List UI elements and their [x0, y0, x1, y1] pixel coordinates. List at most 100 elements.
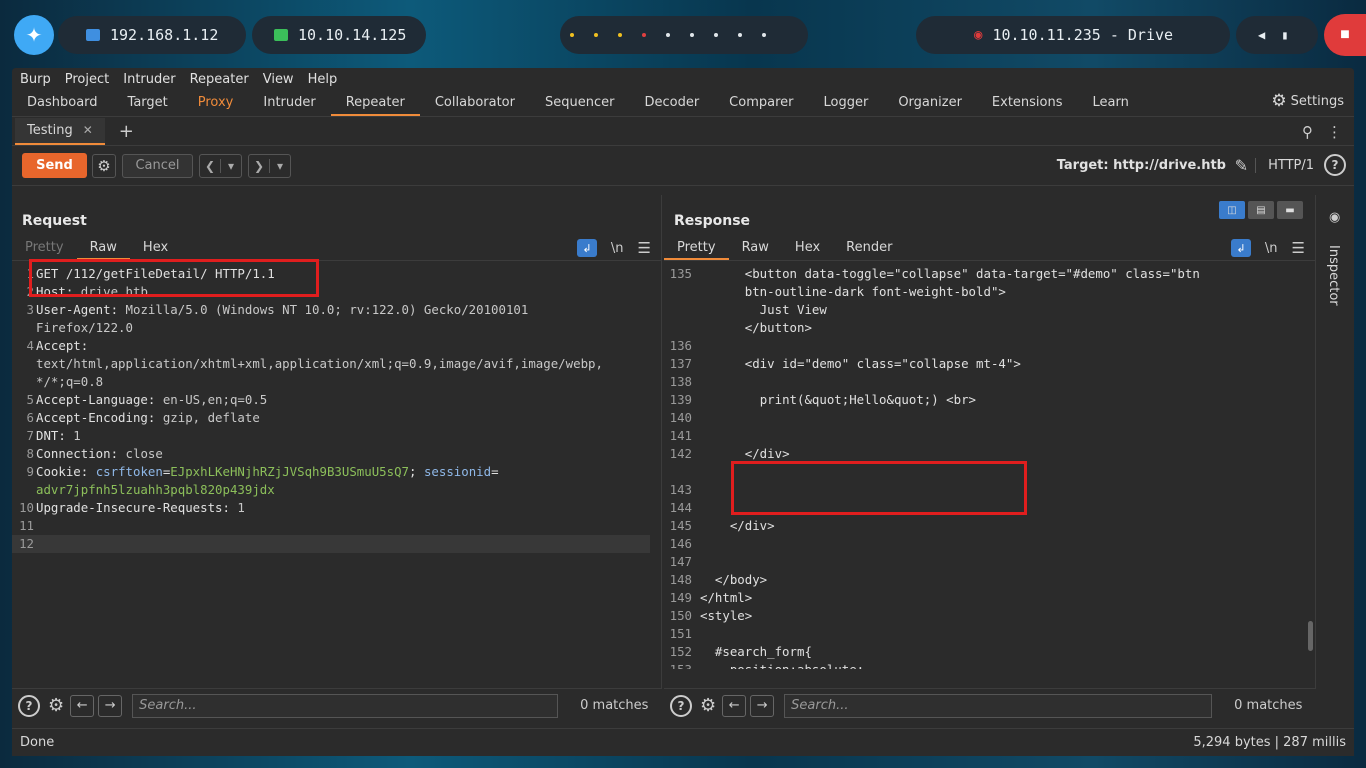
chevron-right-icon[interactable]: ❯: [249, 159, 269, 173]
send-options-gear-icon[interactable]: ⚙: [92, 153, 116, 178]
workspace-dot[interactable]: [690, 33, 694, 37]
code-line: 143: [669, 482, 692, 497]
request-search-input[interactable]: [132, 693, 559, 718]
local-ip-pill[interactable]: 192.168.1.12: [58, 16, 246, 54]
request-tab-raw[interactable]: Raw: [76, 239, 130, 260]
show-newlines-toggle[interactable]: \n: [611, 241, 624, 256]
cookie-line: 9 Cookie: csrftoken=EJpxhLKeHNjhRZjJVSqh9…: [26, 464, 499, 497]
request-editor[interactable]: 1 GET /112/getFileDetail/ HTTP/1.1 2 Host:…: [12, 265, 661, 553]
gear-icon: ⚙: [1271, 91, 1287, 111]
tab-intruder[interactable]: Intruder: [248, 95, 330, 116]
lock-icon[interactable]: ■: [1324, 14, 1366, 56]
chevron-down-icon[interactable]: ▾: [269, 158, 290, 173]
settings-button[interactable]: ⚙ Settings: [1271, 91, 1344, 111]
tab-logger[interactable]: Logger: [809, 95, 884, 116]
workspace-dot[interactable]: [714, 33, 718, 37]
tab-proxy[interactable]: Proxy: [183, 95, 249, 116]
http-version[interactable]: HTTP/1: [1255, 158, 1314, 173]
lock-small-icon[interactable]: ▮: [1281, 28, 1288, 42]
response-scrollbar[interactable]: [1308, 621, 1313, 651]
tab-extensions[interactable]: Extensions: [977, 95, 1078, 116]
wrap-lines-icon[interactable]: ↲: [576, 239, 597, 257]
help-icon[interactable]: ?: [670, 694, 692, 717]
workspace-dot[interactable]: [570, 33, 574, 37]
tab-comparer[interactable]: Comparer: [714, 95, 808, 116]
response-editor[interactable]: 135 <button data-toggle="collapse" data-…: [664, 265, 1315, 669]
tab-organizer[interactable]: Organizer: [883, 95, 977, 116]
gear-icon[interactable]: ⚙: [48, 695, 64, 716]
tab-repeater[interactable]: Repeater: [330, 95, 420, 116]
repeater-tab-label: Testing: [27, 122, 73, 138]
tab-decoder[interactable]: Decoder: [629, 95, 714, 116]
response-title: Response: [674, 213, 751, 229]
response-search-bar: ? ⚙ ← → 0 matches: [664, 688, 1316, 722]
layout-split-horizontal-icon[interactable]: ◫: [1219, 201, 1245, 219]
search-icon[interactable]: ⚲: [1302, 123, 1313, 141]
help-icon[interactable]: ?: [18, 694, 40, 717]
menu-repeater[interactable]: Repeater: [190, 72, 249, 87]
response-search-input[interactable]: [784, 693, 1213, 718]
inspector-icon: ◉: [1329, 210, 1341, 225]
more-vertical-icon[interactable]: ⋮: [1327, 123, 1342, 141]
request-view-tabs: Pretty Raw Hex: [12, 239, 661, 261]
workspace-dot[interactable]: [666, 33, 670, 37]
tab-target[interactable]: Target: [113, 95, 183, 116]
menu-burp[interactable]: Burp: [20, 72, 51, 87]
tray-pill[interactable]: ◀ ▮: [1236, 16, 1318, 54]
arrow-left-icon[interactable]: ←: [70, 694, 95, 717]
cancel-button[interactable]: Cancel: [122, 153, 193, 178]
arrow-left-icon[interactable]: ←: [722, 694, 747, 717]
menu-icon[interactable]: ☰: [638, 239, 651, 257]
workspace-dot[interactable]: [642, 33, 646, 37]
tab-learn[interactable]: Learn: [1078, 95, 1144, 116]
arrow-right-icon[interactable]: →: [750, 694, 775, 717]
repeater-tab-testing[interactable]: Testing ✕: [15, 117, 105, 145]
chevron-down-icon[interactable]: ▾: [220, 158, 241, 173]
wrap-lines-icon[interactable]: ↲: [1230, 239, 1251, 257]
workspace-dot[interactable]: [762, 33, 766, 37]
menu-icon[interactable]: ☰: [1292, 239, 1305, 257]
help-icon[interactable]: ?: [1324, 154, 1346, 176]
layout-tabs-icon[interactable]: ▬: [1277, 201, 1303, 219]
edit-pencil-icon[interactable]: ✎: [1235, 156, 1248, 175]
tab-dashboard[interactable]: Dashboard: [12, 95, 113, 116]
arrow-right-icon[interactable]: →: [98, 694, 123, 717]
os-logo-icon[interactable]: ✦: [14, 15, 54, 55]
gear-icon[interactable]: ⚙: [700, 695, 716, 716]
inspector-sidebar[interactable]: ◉ Inspector: [1318, 195, 1354, 688]
workspace-switcher[interactable]: [560, 16, 808, 54]
workspace-dot[interactable]: [594, 33, 598, 37]
vpn-ip-pill[interactable]: 10.10.14.125: [252, 16, 426, 54]
forward-history-button[interactable]: ❯ ▾: [248, 153, 291, 178]
menu-view[interactable]: View: [263, 72, 294, 87]
code-line: 137 <div id="demo" class="collapse mt-4"…: [669, 356, 1021, 371]
tab-collaborator[interactable]: Collaborator: [420, 95, 530, 116]
add-tab-icon[interactable]: +: [119, 121, 134, 142]
code-line: 7 DNT: 1: [26, 428, 81, 443]
send-button[interactable]: Send: [22, 153, 87, 178]
close-icon[interactable]: ✕: [83, 123, 93, 137]
response-tab-raw[interactable]: Raw: [729, 239, 782, 260]
workspace-dot[interactable]: [738, 33, 742, 37]
show-newlines-toggle[interactable]: \n: [1265, 241, 1278, 256]
workspace-dot[interactable]: [618, 33, 622, 37]
back-history-button[interactable]: ❮ ▾: [199, 153, 242, 178]
menu-help[interactable]: Help: [308, 72, 338, 87]
code-line: 11: [19, 518, 34, 533]
chevron-left-icon[interactable]: ❮: [200, 159, 220, 173]
layout-split-vertical-icon[interactable]: ▤: [1248, 201, 1274, 219]
repeater-toolbar: Send ⚙ Cancel ❮ ▾ ❯ ▾ Target: http://drive…: [12, 146, 1354, 186]
response-tab-pretty[interactable]: Pretty: [664, 239, 729, 260]
menu-intruder[interactable]: Intruder: [123, 72, 175, 87]
menu-project[interactable]: Project: [65, 72, 109, 87]
response-tab-render[interactable]: Render: [833, 239, 905, 260]
target-host: 10.10.11.235 - Drive: [992, 26, 1174, 44]
request-tab-pretty[interactable]: Pretty: [12, 239, 77, 260]
vpn-ip: 10.10.14.125: [298, 26, 407, 44]
response-tab-hex[interactable]: Hex: [782, 239, 833, 260]
code-line: 2 Host: drive.htb: [26, 284, 148, 299]
tab-sequencer[interactable]: Sequencer: [530, 95, 629, 116]
volume-icon[interactable]: ◀: [1258, 28, 1265, 42]
request-tab-hex[interactable]: Hex: [130, 239, 181, 260]
target-pill[interactable]: ◉ 10.10.11.235 - Drive: [916, 16, 1230, 54]
